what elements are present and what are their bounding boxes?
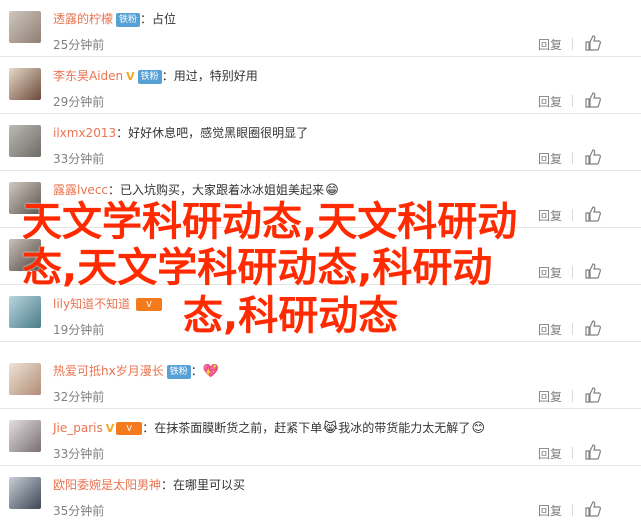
comment-text: 在抹茶面膜断货之前，赶紧下单 (154, 421, 323, 435)
reply-button[interactable]: 回复 (538, 150, 562, 167)
colon: ： (190, 364, 203, 378)
comment-text: 占位 (152, 12, 177, 26)
avatar[interactable] (9, 296, 41, 328)
username-link[interactable]: ilxmx2013 (53, 126, 116, 140)
colon: ： (108, 183, 121, 197)
avatar[interactable] (9, 420, 41, 452)
colon: ： (116, 126, 129, 140)
fan-badge: 铁粉 (116, 12, 141, 27)
reply-button[interactable]: 回复 (538, 93, 562, 110)
reply-button[interactable]: 回复 (538, 321, 562, 338)
colon: ： (142, 421, 155, 435)
comment-row: 透露的柠檬 铁粉 ：占位 25分钟前 回复 (0, 0, 641, 57)
thumbs-up-icon[interactable] (584, 500, 602, 518)
comment-row: 热爱可抵hx岁月漫长 铁粉 ：💖 32分钟前 回复 (0, 352, 641, 409)
username-link[interactable]: 欧阳委婉是太阳男神 (53, 478, 161, 492)
username-link[interactable]: Jie_paris (53, 421, 103, 435)
comment-text-continued: 我冰的带货能力太无解了 (338, 421, 471, 435)
vip-badge-icon: V (135, 298, 162, 311)
divider (572, 390, 573, 402)
thumbs-up-icon[interactable] (584, 205, 602, 223)
avatar[interactable] (9, 11, 41, 43)
thumbs-up-icon[interactable] (584, 443, 602, 461)
divider (572, 152, 573, 164)
overlay-text-line-1: 天文学科研动态,天文科研动 (22, 199, 518, 245)
timestamp: 33分钟前 (53, 152, 105, 166)
comment-text: 已入坑购买，大家跟着冰冰姐姐美起来 (120, 183, 325, 197)
comment-line: 李东昊Aiden V 铁粉 ：用过，特别好用 (53, 67, 258, 85)
fan-badge: 铁粉 (166, 364, 191, 379)
avatar[interactable] (9, 477, 41, 509)
thumbs-up-icon[interactable] (584, 319, 602, 337)
reply-button[interactable]: 回复 (538, 502, 562, 519)
heart-emoji-icon: 💖 (202, 363, 219, 379)
comment-row: 李东昊Aiden V 铁粉 ：用过，特别好用 29分钟前 回复 (0, 57, 641, 114)
vip-icon: V (105, 421, 115, 435)
comment-text: 好好休息吧，感觉黑眼圈很明显了 (128, 126, 309, 140)
username-link[interactable]: 透露的柠檬 (53, 12, 113, 26)
timestamp: 25分钟前 (53, 38, 105, 52)
vip-badge-icon: V (116, 422, 143, 435)
colon: ： (161, 69, 174, 83)
divider (572, 266, 573, 278)
reply-button[interactable]: 回复 (538, 36, 562, 53)
overlay-text-line-3: 态,科研动态 (183, 293, 399, 339)
comment-line: 透露的柠檬 铁粉 ：占位 (53, 10, 176, 28)
timestamp: 32分钟前 (53, 390, 105, 404)
divider (572, 209, 573, 221)
fan-badge: 铁粉 (137, 69, 162, 84)
divider (572, 504, 573, 516)
comment-text: 在哪里可以买 (173, 478, 246, 492)
timestamp: 19分钟前 (53, 323, 105, 337)
colon: ： (161, 478, 174, 492)
username-link[interactable]: 露露lvecc (53, 183, 108, 197)
divider (572, 38, 573, 50)
comment-line: lily知道不知道 V (53, 295, 162, 313)
timestamp: 35分钟前 (53, 504, 105, 518)
thumbs-up-icon[interactable] (584, 262, 602, 280)
reply-button[interactable]: 回复 (538, 388, 562, 405)
reply-button[interactable]: 回复 (538, 264, 562, 281)
thumbs-up-icon[interactable] (584, 386, 602, 404)
thumbs-up-icon[interactable] (584, 91, 602, 109)
username-link[interactable]: lily知道不知道 (53, 297, 130, 311)
comment-row: Jie_paris V V ：在抹茶面膜断货之前，赶紧下单😹我冰的带货能力太无解了😊 … (0, 409, 641, 466)
comment-line: 露露lvecc：已入坑购买，大家跟着冰冰姐姐美起来😁 (53, 181, 340, 199)
cat-emoji-icon: 😹 (322, 420, 338, 436)
comment-text: 用过，特别好用 (173, 69, 258, 83)
timestamp: 29分钟前 (53, 95, 105, 109)
smile-emoji-icon: 😊 (471, 420, 486, 436)
reply-button[interactable]: 回复 (538, 445, 562, 462)
reply-button[interactable]: 回复 (538, 207, 562, 224)
colon: ： (140, 12, 153, 26)
thumbs-up-icon[interactable] (584, 34, 602, 52)
divider (572, 323, 573, 335)
divider (572, 95, 573, 107)
divider (572, 447, 573, 459)
comment-line: 欧阳委婉是太阳男神：在哪里可以买 (53, 476, 245, 494)
username-link[interactable]: 热爱可抵hx岁月漫长 (53, 364, 164, 378)
grin-emoji-icon: 😁 (325, 182, 339, 198)
avatar[interactable] (9, 363, 41, 395)
avatar[interactable] (9, 125, 41, 157)
username-link[interactable]: 李东昊Aiden (53, 69, 123, 83)
vip-icon: V (126, 69, 135, 83)
timestamp: 33分钟前 (53, 447, 105, 461)
comment-line: 热爱可抵hx岁月漫长 铁粉 ：💖 (53, 362, 219, 380)
comment-row: ilxmx2013：好好休息吧，感觉黑眼圈很明显了 33分钟前 回复 (0, 114, 641, 171)
comment-line: ilxmx2013：好好休息吧，感觉黑眼圈很明显了 (53, 124, 308, 142)
avatar[interactable] (9, 68, 41, 100)
comment-row: 欧阳委婉是太阳男神：在哪里可以买 35分钟前 回复 (0, 466, 641, 529)
comment-line: Jie_paris V V ：在抹茶面膜断货之前，赶紧下单😹我冰的带货能力太无解了😊 (53, 419, 486, 437)
thumbs-up-icon[interactable] (584, 148, 602, 166)
overlay-text-line-2: 态,天文学科研动态,科研动 (22, 245, 493, 291)
